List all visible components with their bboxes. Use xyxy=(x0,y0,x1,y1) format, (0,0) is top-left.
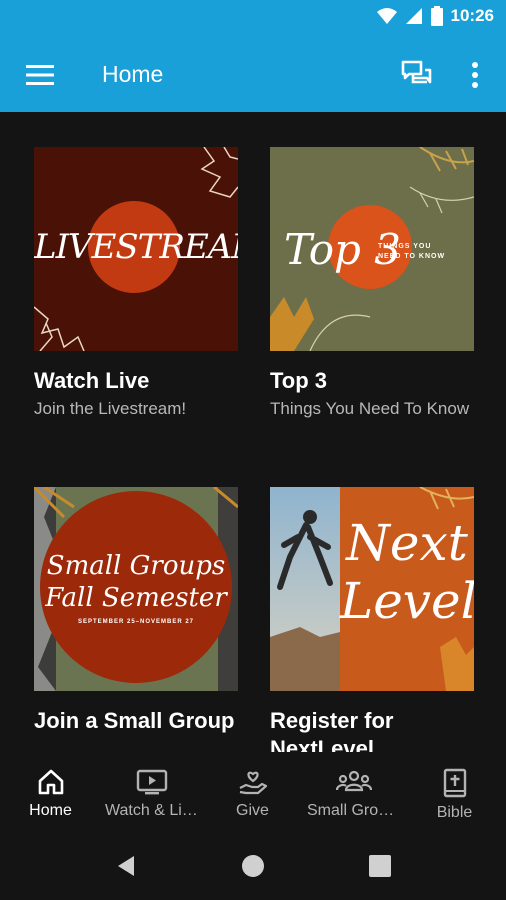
battery-icon xyxy=(430,6,443,26)
bottom-nav: Home Watch & Listen Give Small Groups Bi… xyxy=(0,752,506,832)
tv-play-icon xyxy=(136,769,167,795)
nav-label: Watch & Listen xyxy=(105,802,202,819)
more-vert-icon[interactable] xyxy=(465,60,485,90)
status-icons: 10:26 xyxy=(376,6,494,26)
card-title: Top 3 xyxy=(270,368,328,393)
chat-icon[interactable] xyxy=(401,60,433,90)
home-circle-icon[interactable] xyxy=(241,854,265,878)
cell-signal-icon xyxy=(405,8,422,24)
card-watch-live[interactable]: LIVESTREAM Watch Live Join the Livestrea… xyxy=(34,147,238,419)
nav-label: Bible xyxy=(436,804,473,821)
art-text-level: Level xyxy=(340,572,474,630)
content-grid: LIVESTREAM Watch Live Join the Livestrea… xyxy=(0,112,506,752)
page-title: Home xyxy=(102,61,164,87)
nav-label: Give xyxy=(236,802,269,819)
card-top-3[interactable]: Top 3 THINGS YOU NEED TO KNOW Top 3 Thin… xyxy=(270,147,474,419)
system-nav-bar xyxy=(0,832,506,900)
card-small-groups[interactable]: Small Groups Fall Semester SEPTEMBER 25–… xyxy=(34,487,238,735)
nav-watch-listen[interactable]: Watch & Listen xyxy=(101,752,202,832)
card-title: Watch Live xyxy=(34,368,150,393)
card-next-level[interactable]: Next Level Register for NextLevel xyxy=(270,487,474,752)
card-subtitle: Join the Livestream! xyxy=(34,399,187,418)
art-subtext-line1: THINGS YOU xyxy=(378,243,432,250)
nav-home[interactable]: Home xyxy=(0,752,101,832)
bible-icon xyxy=(443,768,466,798)
app-bar: Home xyxy=(0,38,506,112)
recents-square-icon[interactable] xyxy=(369,855,391,877)
art-subtext-line2: NEED TO KNOW xyxy=(378,253,446,260)
card-title: Join a Small Group xyxy=(34,708,235,733)
nav-label: Small Groups xyxy=(307,802,404,819)
groups-icon xyxy=(335,770,372,792)
top3-artwork: Top 3 THINGS YOU NEED TO KNOW xyxy=(270,147,474,351)
card-title: Register for NextLevel xyxy=(270,708,394,752)
hamburger-menu-icon[interactable] xyxy=(26,64,54,86)
card-subtitle: Things You Need To Know xyxy=(270,399,470,418)
art-text-next: Next xyxy=(346,514,468,572)
back-icon[interactable] xyxy=(114,854,138,878)
nav-bible[interactable]: Bible xyxy=(404,752,505,832)
status-time: 10:26 xyxy=(450,6,494,25)
nav-give[interactable]: Give xyxy=(202,752,303,832)
nav-small-groups[interactable]: Small Groups xyxy=(303,752,404,832)
art-text-fall-semester: Fall Semester xyxy=(45,583,227,613)
wifi-icon xyxy=(376,8,397,24)
livestream-artwork: LIVESTREAM xyxy=(34,147,238,351)
art-text-livestream: LIVESTREAM xyxy=(34,227,238,267)
nav-label: Home xyxy=(29,802,72,819)
art-date: SEPTEMBER 25–NOVEMBER 27 xyxy=(77,619,195,625)
status-bar: 10:26 xyxy=(0,0,506,38)
next-level-artwork: Next Level xyxy=(270,487,474,691)
small-groups-artwork: Small Groups Fall Semester SEPTEMBER 25–… xyxy=(34,487,238,691)
give-hand-heart-icon xyxy=(239,771,267,795)
art-text-small-groups: Small Groups xyxy=(46,551,226,581)
home-icon xyxy=(38,769,63,795)
